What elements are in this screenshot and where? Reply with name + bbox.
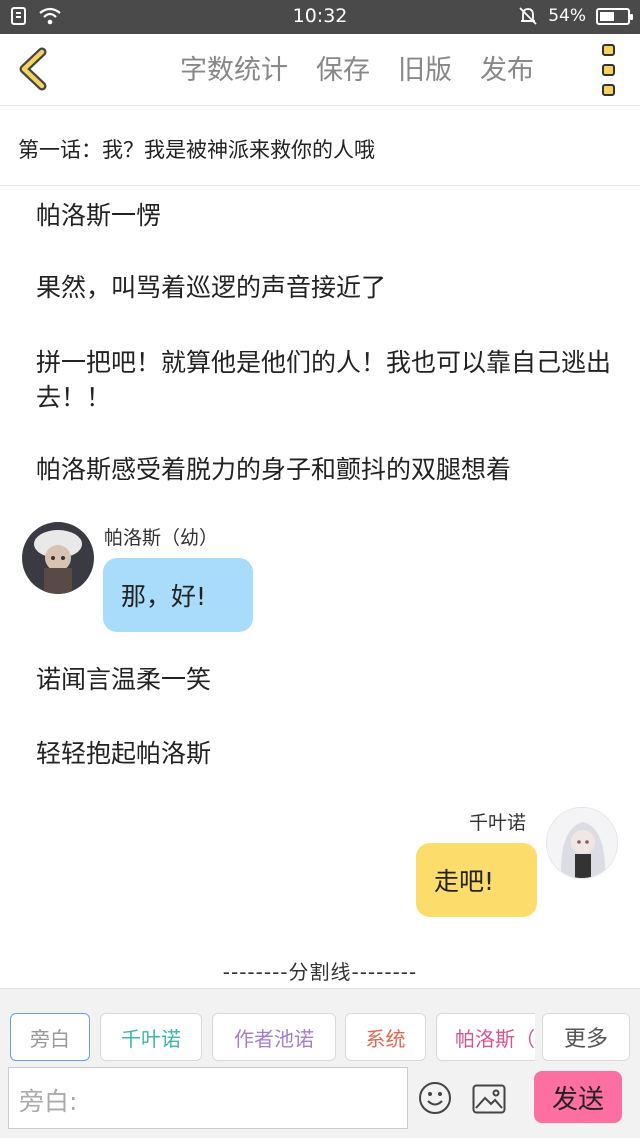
back-button[interactable] — [10, 44, 60, 94]
emoji-icon[interactable] — [418, 1081, 452, 1115]
role-chips: 旁白 千叶诺 作者池诺 系统 帕洛斯（幼） — [10, 1013, 535, 1063]
image-icon[interactable] — [472, 1084, 506, 1114]
narration-line[interactable]: 拼一把吧！就算他是他们的人！我也可以靠自己逃出去！！ — [36, 345, 616, 415]
sender-name: 帕洛斯（幼） — [104, 527, 219, 549]
message-text: 走吧! — [434, 867, 495, 896]
message-bubble[interactable]: 那，好! — [103, 558, 253, 632]
save-button[interactable]: 保存 — [316, 48, 370, 87]
word-count-button[interactable]: 字数统计 — [180, 48, 288, 87]
battery-percent: 54% — [548, 6, 586, 26]
narration-line[interactable]: 诺闻言温柔一笑 — [36, 662, 616, 697]
narration-line[interactable]: 轻轻抱起帕洛斯 — [36, 736, 616, 771]
avatar-palos[interactable] — [22, 522, 94, 594]
battery-icon — [596, 7, 633, 25]
avatar-chiba-nuo[interactable] — [546, 807, 618, 879]
silent-bell-icon — [519, 7, 537, 25]
chapter-title[interactable]: 第一话：我？我是被神派来救你的人哦 — [0, 106, 640, 186]
composer-panel: 旁白 千叶诺 作者池诺 系统 帕洛斯（幼） 更多 旁白: 发送 — [0, 988, 640, 1138]
narration-line[interactable]: 帕洛斯一愣 — [36, 198, 616, 233]
send-button[interactable]: 发送 — [534, 1071, 622, 1123]
role-chip-author[interactable]: 作者池诺 — [212, 1013, 336, 1061]
sender-name: 千叶诺 — [469, 812, 527, 834]
message-input[interactable]: 旁白: — [8, 1067, 408, 1129]
toolbar-actions: 字数统计 保存 旧版 发布 — [180, 48, 534, 87]
publish-button[interactable]: 发布 — [480, 48, 534, 87]
more-roles-button[interactable]: 更多 — [542, 1013, 630, 1061]
editor-toolbar: 字数统计 保存 旧版 发布 — [0, 34, 640, 106]
message-text: 那，好! — [121, 582, 207, 611]
role-chip-system[interactable]: 系统 — [345, 1013, 426, 1061]
story-content: 帕洛斯一愣 果然，叫骂着巡逻的声音接近了 拼一把吧！就算他是他们的人！我也可以靠… — [0, 186, 640, 986]
role-chip-palos[interactable]: 帕洛斯（幼） — [436, 1013, 535, 1061]
status-bar: 10:32 54% — [0, 0, 640, 34]
narration-line[interactable]: 帕洛斯感受着脱力的身子和颤抖的双腿想着 — [36, 452, 616, 487]
old-version-button[interactable]: 旧版 — [398, 48, 452, 87]
role-chip-narrator[interactable]: 旁白 — [10, 1013, 90, 1061]
message-bubble[interactable]: 走吧! — [416, 843, 537, 917]
more-menu-icon[interactable] — [598, 44, 618, 96]
section-divider: --------分割线-------- — [222, 960, 418, 984]
role-chip-chiba-nuo[interactable]: 千叶诺 — [100, 1013, 202, 1061]
narration-line[interactable]: 果然，叫骂着巡逻的声音接近了 — [36, 270, 616, 305]
status-icons-right: 54% — [518, 6, 633, 26]
